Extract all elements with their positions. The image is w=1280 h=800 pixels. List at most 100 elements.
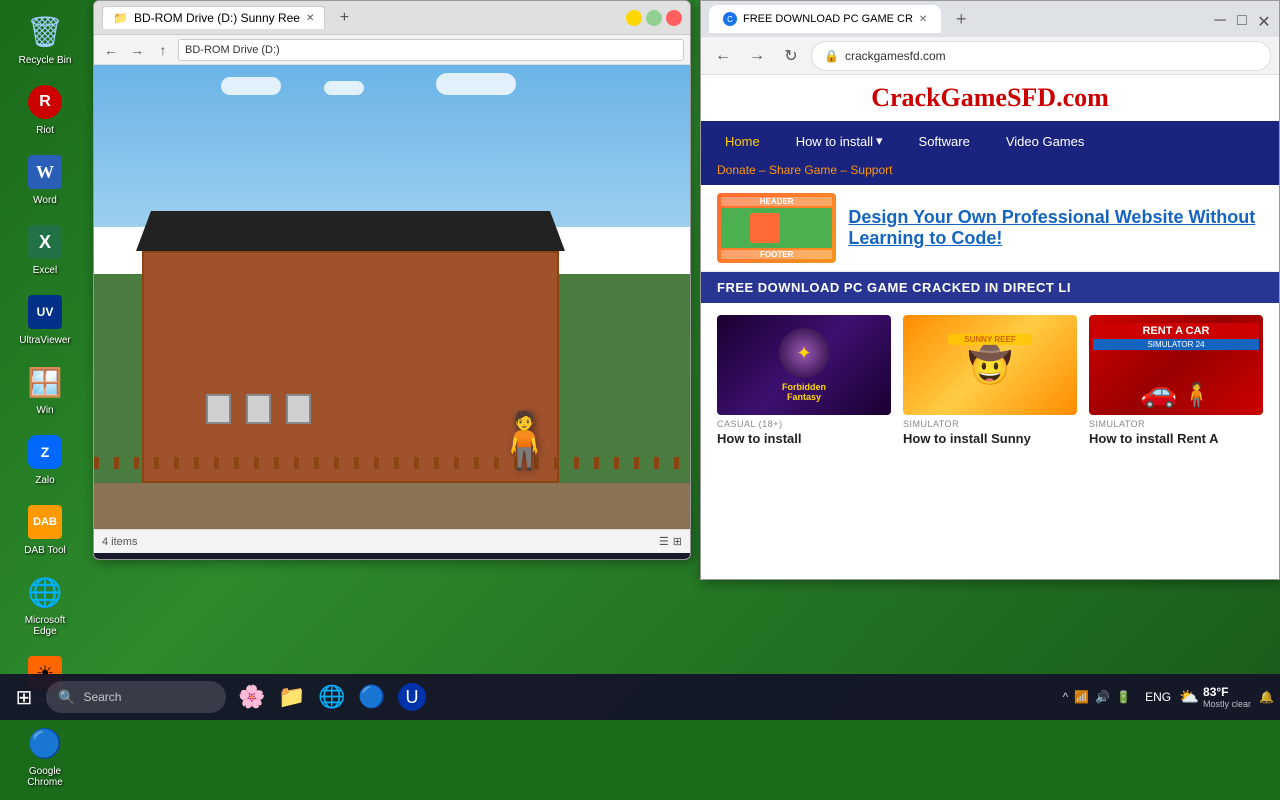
chevron-down-icon: ▾: [876, 133, 883, 149]
browser-tab-label: FREE DOWNLOAD PC GAME CR: [743, 13, 913, 25]
browser-address-bar[interactable]: 🔒 crackgamesfd.com: [811, 41, 1271, 71]
desktop-icon-excel[interactable]: X Excel: [8, 218, 82, 280]
nav-how-to-install[interactable]: How to install ▾: [788, 129, 891, 153]
loading-bar: TIP: NEVER ASK DEVS ABOUT THE NEXT UPDAT…: [94, 553, 690, 560]
game-badge-forbidden: CASUAL (18+): [717, 419, 891, 429]
taskbar-tray-icons: ^ 📶 🔊 🔋: [1057, 690, 1138, 704]
browser-refresh-button[interactable]: ↻: [777, 42, 805, 70]
language-indicator[interactable]: ENG: [1145, 690, 1171, 704]
game-card-forbidden-fantasy[interactable]: ✦ ForbiddenFantasy CASUAL (18+) How to i…: [717, 315, 891, 446]
browser-titlebar: C FREE DOWNLOAD PC GAME CR ✕ + ─ □ ✕: [701, 1, 1279, 37]
rent-car-title-label: RENT A CAR: [1093, 323, 1259, 339]
game-card-sunny-reef[interactable]: 🤠 SUNNY REEF SIMULATOR How to install Su…: [903, 315, 1077, 446]
ad-footer-label: FOOTER: [721, 250, 832, 259]
nav-donate-link[interactable]: Donate – Share Game – Support: [717, 163, 892, 177]
battery-icon[interactable]: 🔋: [1116, 690, 1131, 704]
scene-sky: [94, 65, 690, 227]
desktop-icon-recycle-bin[interactable]: 🗑 Recycle Bin: [8, 8, 82, 70]
tab-favicon: C: [723, 12, 737, 26]
browser-close-button[interactable]: ✕: [1257, 12, 1271, 26]
cloud-3: [436, 73, 516, 95]
lock-icon: 🔒: [824, 49, 839, 63]
game-cards: ✦ ForbiddenFantasy CASUAL (18+) How to i…: [701, 303, 1279, 458]
desktop-icon-word[interactable]: W Word: [8, 148, 82, 210]
view-list-icon[interactable]: ☰: [659, 535, 669, 548]
game-card-rent-a-car[interactable]: RENT A CAR SIMULATOR 24 🚗 🧍 SIMULATOR Ho…: [1089, 315, 1263, 446]
maximize-button[interactable]: [646, 10, 662, 26]
taskbar-system-tray: ^ 📶 🔊 🔋 ENG ⛅ 83°F Mostly clear 🔔: [1057, 685, 1274, 709]
browser-tab-active[interactable]: C FREE DOWNLOAD PC GAME CR ✕: [709, 5, 941, 33]
url-text: crackgamesfd.com: [845, 49, 946, 63]
browser-back-button[interactable]: ←: [709, 42, 737, 70]
cortana-icon: 🌸: [238, 684, 265, 710]
close-button[interactable]: [666, 10, 682, 26]
website-nav: Home How to install ▾ Software Video Gam…: [701, 121, 1279, 161]
scene-fence: [94, 457, 690, 469]
desktop: 🗑 Recycle Bin R Riot W Word X Excel UV U…: [0, 0, 1280, 720]
desktop-icon-chrome[interactable]: 🔵 Google Chrome: [8, 719, 82, 792]
network-icon[interactable]: 📶: [1074, 690, 1089, 704]
minimize-button[interactable]: [626, 10, 642, 26]
ad-banner[interactable]: HEADER FOOTER Design Your Own Profession…: [701, 185, 1279, 272]
nav-software[interactable]: Software: [911, 130, 978, 153]
scene-character: 🧍: [490, 408, 558, 473]
folder-icon: 📁: [113, 11, 128, 25]
file-explorer-toolbar: ← → ↑ BD-ROM Drive (D:): [94, 35, 690, 65]
nav-home[interactable]: Home: [717, 130, 768, 153]
nav-video-games[interactable]: Video Games: [998, 130, 1093, 153]
browser-forward-button[interactable]: →: [743, 42, 771, 70]
back-button[interactable]: ←: [100, 39, 122, 61]
game-badge-rent: SIMULATOR: [1089, 419, 1263, 429]
browser-new-tab-button[interactable]: +: [947, 5, 975, 33]
tray-up-arrow-icon[interactable]: ^: [1063, 690, 1069, 704]
fe-tab-label: BD-ROM Drive (D:) Sunny Ree: [134, 11, 300, 25]
website-logo: CrackGameSFD.com: [701, 83, 1279, 113]
game-title-forbidden: How to install: [717, 431, 891, 446]
taskbar-app-files[interactable]: 📁: [274, 679, 310, 715]
browser-tab-close-button[interactable]: ✕: [919, 14, 927, 25]
game-title-sunny: How to install Sunny: [903, 431, 1077, 446]
ad-text-highlight: Professional Website: [1002, 207, 1184, 227]
desktop-icon-dab[interactable]: DAB DAB Tool: [8, 498, 82, 560]
cloud-2: [324, 81, 364, 95]
scene-clouds: [213, 73, 690, 100]
taskbar-app-cortana[interactable]: 🌸: [234, 679, 270, 715]
ad-image: HEADER FOOTER: [717, 193, 836, 263]
site-banner: FREE DOWNLOAD PC GAME CRACKED IN DIRECT …: [701, 272, 1279, 303]
weather-widget: ⛅ 83°F Mostly clear: [1179, 685, 1251, 709]
file-explorer-statusbar: 4 items ☰ ⊞: [94, 529, 690, 553]
desktop-icon-win[interactable]: 🪟 Win: [8, 358, 82, 420]
desktop-icon-ultraviewer[interactable]: UV UltraViewer: [8, 288, 82, 350]
desktop-icon-edge[interactable]: 🌐 Microsoft Edge: [8, 568, 82, 641]
notification-bell-icon[interactable]: 🔔: [1259, 690, 1274, 704]
file-explorer-tab[interactable]: 📁 BD-ROM Drive (D:) Sunny Ree ✕: [102, 6, 325, 29]
start-button[interactable]: ⊞: [6, 679, 42, 715]
unreal-taskbar-icon: U: [398, 683, 426, 711]
chrome-taskbar-icon: 🔵: [358, 684, 385, 710]
view-grid-icon[interactable]: ⊞: [673, 535, 682, 548]
game-title-rent: How to install Rent A: [1089, 431, 1263, 446]
scene-window-3: [286, 394, 311, 424]
taskbar-app-unreal[interactable]: U: [394, 679, 430, 715]
volume-icon[interactable]: 🔊: [1095, 690, 1110, 704]
file-explorer-titlebar: 📁 BD-ROM Drive (D:) Sunny Ree ✕ +: [94, 1, 690, 35]
browser-toolbar: ← → ↻ 🔒 crackgamesfd.com: [701, 37, 1279, 75]
close-tab-button[interactable]: ✕: [306, 13, 314, 24]
taskbar-app-edge[interactable]: 🌐: [314, 679, 350, 715]
taskbar-app-chrome[interactable]: 🔵: [354, 679, 390, 715]
nav-second-row: Donate – Share Game – Support: [701, 161, 1279, 185]
address-text: BD-ROM Drive (D:): [185, 44, 280, 56]
taskbar-search-bar[interactable]: 🔍 Search: [46, 681, 226, 713]
sunny-reef-label: SUNNY REEF: [948, 334, 1033, 345]
sunny-character-icon: 🤠: [968, 344, 1013, 386]
forward-button[interactable]: →: [126, 39, 148, 61]
up-button[interactable]: ↑: [152, 39, 174, 61]
weather-description: Mostly clear: [1203, 699, 1251, 709]
ad-content-area: [721, 208, 832, 248]
new-tab-button[interactable]: +: [333, 7, 355, 29]
browser-maximize-button[interactable]: □: [1235, 12, 1249, 26]
address-bar[interactable]: BD-ROM Drive (D:): [178, 39, 684, 61]
browser-minimize-button[interactable]: ─: [1213, 12, 1227, 26]
desktop-icon-riot[interactable]: R Riot: [8, 78, 82, 140]
desktop-icon-zalo[interactable]: Z Zalo: [8, 428, 82, 490]
